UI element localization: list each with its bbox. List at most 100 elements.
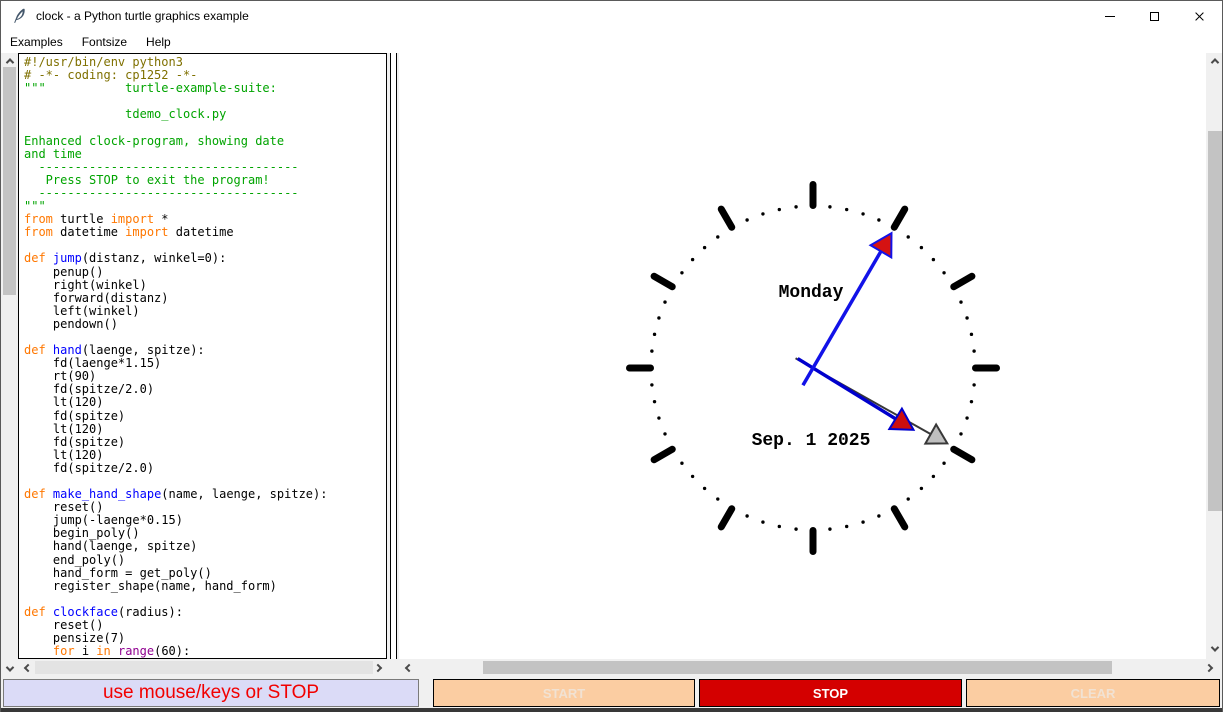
status-label: use mouse/keys or STOP (3, 679, 419, 707)
clock-minute-dot (690, 257, 695, 262)
pane-sash[interactable] (390, 53, 397, 659)
scroll-right-icon[interactable] (370, 660, 385, 675)
clock-hour-tick (890, 505, 909, 531)
clock-minute-dot (906, 235, 910, 239)
code-line: pendown() (24, 316, 118, 331)
clock-minute-dot (650, 349, 654, 353)
minute-hand-shaft (801, 250, 883, 387)
clock-minute-dot (942, 461, 946, 465)
clear-button[interactable]: CLEAR (966, 679, 1220, 707)
canvas-vertical-scrollbar[interactable] (1207, 53, 1222, 658)
code-line: register_shape(name, hand_form) (24, 578, 277, 593)
clock-date-text: Sep. 1 2025 (752, 431, 871, 451)
close-icon (1194, 11, 1205, 22)
code-vscroll-thumb[interactable] (3, 67, 16, 295)
minimize-button[interactable] (1087, 1, 1132, 31)
canvas-vscroll-thumb[interactable] (1208, 131, 1222, 511)
clock-minute-dot (972, 349, 976, 353)
clock-minute-dot (965, 416, 969, 420)
menu-examples[interactable]: Examples (3, 33, 70, 51)
app-feather-icon (14, 8, 25, 23)
clock-minute-dot (861, 212, 865, 216)
clock-minute-dot (794, 205, 798, 209)
clock-hour-tick (717, 505, 736, 531)
clock-minute-dot (716, 235, 720, 239)
clock-minute-dot (761, 520, 765, 524)
clock-minute-dot (828, 527, 832, 531)
status-row: use mouse/keys or STOP START STOP CLEAR (1, 676, 1222, 708)
code-hscroll-thumb[interactable] (35, 661, 373, 674)
clock-minute-dot (663, 432, 667, 436)
clock-hour-tick (890, 205, 909, 231)
clock-hour-tick (950, 445, 976, 464)
code-viewer[interactable]: #!/usr/bin/env python3 # -*- coding: cp12… (18, 53, 387, 659)
clock-minute-dot (942, 271, 946, 275)
clock-minute-dot (931, 257, 936, 262)
stop-button[interactable]: STOP (699, 679, 962, 707)
clock-minute-dot (969, 332, 974, 337)
clock-minute-dot (844, 524, 849, 529)
clock-minute-dot (969, 399, 974, 404)
clock-minute-dot (965, 316, 969, 320)
scroll-down-icon[interactable] (2, 661, 17, 676)
code-line: """ turtle-example-suite: (24, 81, 277, 96)
app-window: clock - a Python turtle graphics example… (0, 0, 1223, 712)
turtle-canvas[interactable]: Monday Sep. 1 2025 (399, 53, 1206, 659)
scroll-up-icon[interactable] (2, 53, 17, 68)
clock-day-text: Monday (779, 283, 844, 303)
clock-hour-tick (950, 272, 976, 291)
clock-minute-dot (844, 207, 849, 212)
code-line: from datetime import datetime (24, 225, 234, 240)
clock-minute-dot (959, 300, 963, 304)
clock-minute-dot (931, 474, 936, 479)
canvas-horizontal-scrollbar[interactable] (399, 659, 1222, 676)
clock-minute-dot (702, 245, 707, 250)
clock-minute-dot (794, 527, 798, 531)
clock-minute-dot (652, 399, 657, 404)
clock-minute-dot (652, 332, 657, 337)
menu-help[interactable]: Help (139, 33, 178, 51)
start-button[interactable]: START (433, 679, 695, 707)
clock-minute-dot (959, 432, 963, 436)
clock-minute-dot (680, 271, 684, 275)
clock-minute-dot (663, 300, 667, 304)
code-line: ------------------------------------ (24, 185, 299, 200)
scroll-right-icon[interactable] (1201, 660, 1216, 675)
second-hand-arrowhead (923, 422, 950, 445)
canvas-hscroll-thumb[interactable] (483, 661, 1112, 674)
scroll-down-icon[interactable] (1207, 641, 1222, 656)
code-horizontal-scrollbar[interactable] (18, 659, 387, 676)
clock-minute-dot (972, 383, 976, 387)
clock-minute-dot (690, 474, 695, 479)
clock-minute-dot (761, 212, 765, 216)
maximize-button[interactable] (1132, 1, 1177, 31)
clock-minute-dot (861, 520, 865, 524)
code-line: fd(spitze/2.0) (24, 460, 155, 475)
clock-minute-dot (657, 416, 661, 420)
clock-minute-dot (828, 205, 832, 209)
clock-minute-dot (745, 514, 749, 518)
scroll-left-icon[interactable] (20, 660, 35, 675)
close-button[interactable] (1177, 1, 1222, 31)
clock-minute-dot (680, 461, 684, 465)
scroll-up-icon[interactable] (1207, 53, 1222, 68)
clock-hour-tick (717, 205, 736, 231)
clock-minute-dot (906, 497, 910, 501)
maximize-icon (1150, 11, 1159, 21)
clock-hour-tick (650, 445, 676, 464)
window-bottom-edge (1, 708, 1222, 712)
clock-minute-dot (877, 514, 881, 518)
clock-minute-dot (777, 207, 782, 212)
clock-minute-dot (716, 497, 720, 501)
titlebar: clock - a Python turtle graphics example (1, 1, 1222, 31)
menu-fontsize[interactable]: Fontsize (75, 33, 134, 51)
clock-minute-dot (919, 486, 924, 491)
clock-hour-tick (650, 272, 676, 291)
code-vertical-scrollbar[interactable] (2, 53, 17, 676)
minimize-icon (1104, 15, 1115, 17)
scroll-left-icon[interactable] (401, 660, 416, 675)
clock-minute-dot (777, 524, 782, 529)
clock-minute-dot (650, 383, 654, 387)
clock-svg: Monday Sep. 1 2025 (626, 181, 1000, 555)
menubar: Examples Fontsize Help (1, 31, 1222, 53)
